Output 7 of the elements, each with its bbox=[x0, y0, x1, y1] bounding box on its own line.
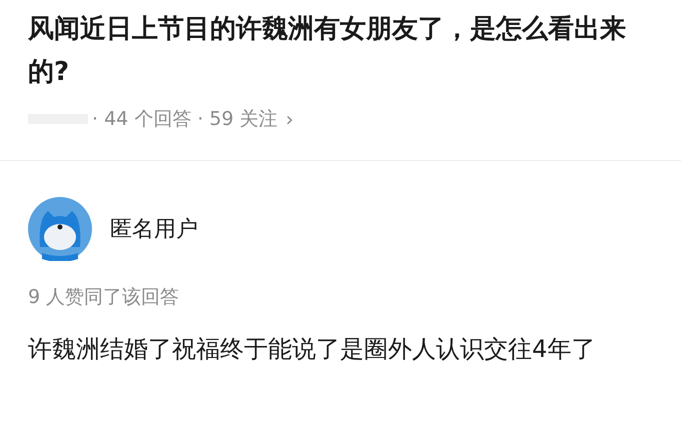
question-title: 风闻近日上节目的许魏洲有女朋友了，是怎么看出来的? bbox=[28, 13, 627, 89]
question-stats[interactable]: · 44 个回答 · 59 关注 bbox=[92, 104, 278, 134]
avatar-icon bbox=[28, 197, 92, 261]
author-name[interactable]: 匿名用户 bbox=[110, 212, 198, 246]
chevron-icon[interactable]: › bbox=[286, 104, 294, 134]
upvote-count: 9 人赞同了该回答 bbox=[28, 285, 180, 310]
answer-text: 许魏洲结婚了祝福终于能说了是圈外人认识交往4年了 bbox=[28, 334, 596, 364]
